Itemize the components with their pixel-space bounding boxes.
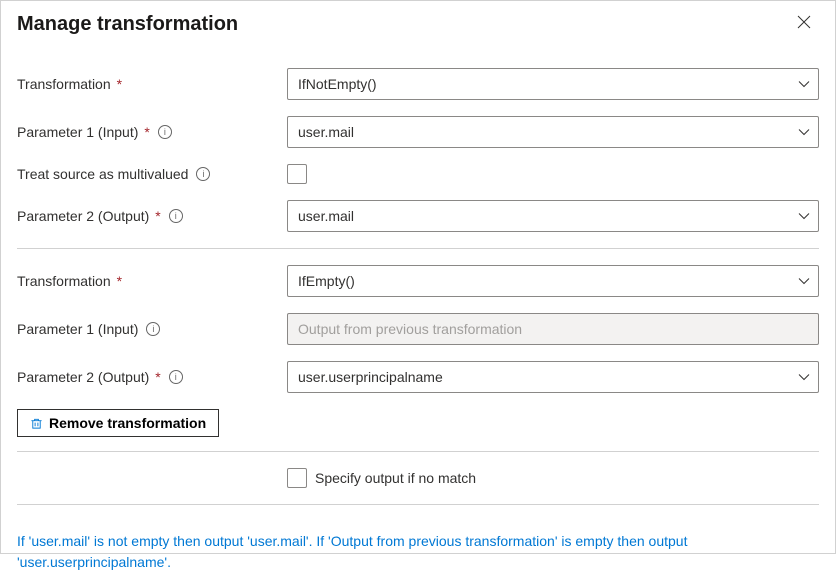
treat-multivalued-checkbox[interactable] (287, 164, 307, 184)
treat-multivalued-row: Treat source as multivalued i (17, 164, 819, 184)
treat-multivalued-label: Treat source as multivalued i (17, 166, 287, 182)
close-button[interactable] (789, 11, 819, 38)
transformation-1-param2-select[interactable]: user.mail (287, 200, 819, 232)
specify-output-checkbox[interactable] (287, 468, 307, 488)
transformation-1-param1-row: Parameter 1 (Input)* i user.mail (17, 116, 819, 148)
transformation-1-param2-row: Parameter 2 (Output)* i user.mail (17, 200, 819, 232)
info-icon[interactable]: i (146, 322, 160, 336)
required-indicator: * (155, 369, 160, 385)
info-icon[interactable]: i (169, 209, 183, 223)
required-indicator: * (155, 208, 160, 224)
transformation-2-param2-select[interactable]: user.userprincipalname (287, 361, 819, 393)
transformation-2-param2-row: Parameter 2 (Output)* i user.userprincip… (17, 361, 819, 393)
chevron-down-icon (798, 210, 810, 222)
info-icon[interactable]: i (158, 125, 172, 139)
panel-title: Manage transformation (17, 13, 238, 36)
panel-header: Manage transformation (17, 11, 819, 38)
transformation-1-param1-select[interactable]: user.mail (287, 116, 819, 148)
divider (17, 451, 819, 452)
transformation-2-param1-label: Parameter 1 (Input) i (17, 321, 287, 337)
required-indicator: * (117, 76, 122, 92)
transformation-1-select[interactable]: IfNotEmpty() (287, 68, 819, 100)
transformation-2-param2-label: Parameter 2 (Output)* i (17, 369, 287, 385)
specify-output-label: Specify output if no match (315, 470, 476, 486)
required-indicator: * (117, 273, 122, 289)
close-icon (797, 15, 811, 29)
required-indicator: * (144, 124, 149, 140)
divider (17, 248, 819, 249)
trash-icon (30, 417, 43, 430)
transformation-2-label: Transformation* (17, 273, 287, 289)
chevron-down-icon (798, 126, 810, 138)
info-icon[interactable]: i (169, 370, 183, 384)
info-icon[interactable]: i (196, 167, 210, 181)
transformation-2-param1-display: Output from previous transformation (287, 313, 819, 345)
divider (17, 504, 819, 505)
transformation-1-param1-label: Parameter 1 (Input)* i (17, 124, 287, 140)
remove-transformation-button[interactable]: Remove transformation (17, 409, 219, 437)
transformation-2-row: Transformation* IfEmpty() (17, 265, 819, 297)
transformation-1-param2-label: Parameter 2 (Output)* i (17, 208, 287, 224)
transformation-2-param1-row: Parameter 1 (Input) i Output from previo… (17, 313, 819, 345)
transformation-2-select[interactable]: IfEmpty() (287, 265, 819, 297)
transformation-1-label: Transformation* (17, 76, 287, 92)
chevron-down-icon (798, 78, 810, 90)
transformation-summary: If 'user.mail' is not empty then output … (17, 521, 819, 573)
transformation-1-row: Transformation* IfNotEmpty() (17, 68, 819, 100)
manage-transformation-panel: Manage transformation Transformation* If… (0, 0, 836, 554)
specify-output-row: Specify output if no match (287, 468, 819, 488)
chevron-down-icon (798, 275, 810, 287)
chevron-down-icon (798, 371, 810, 383)
